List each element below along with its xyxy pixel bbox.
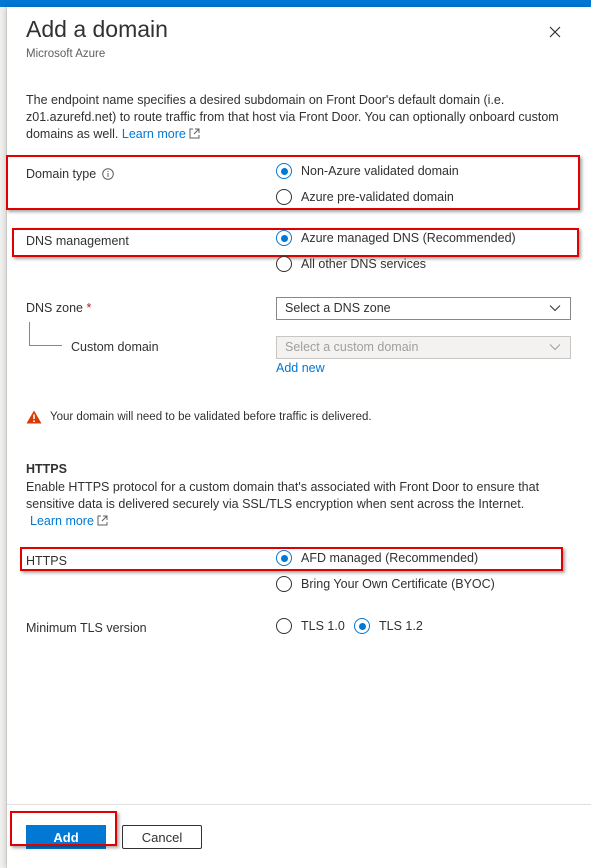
- required-marker: *: [86, 301, 92, 315]
- footer-divider: [7, 804, 591, 805]
- radio-button-checked[interactable]: [276, 230, 292, 246]
- radio-button-checked[interactable]: [276, 163, 292, 179]
- radio-other-dns-services[interactable]: All other DNS services: [276, 256, 426, 272]
- https-section-title: HTTPS: [26, 462, 67, 476]
- radio-afd-managed[interactable]: AFD managed (Recommended): [276, 550, 478, 566]
- radio-button-checked[interactable]: [276, 550, 292, 566]
- dns-zone-dropdown[interactable]: Select a DNS zone: [276, 297, 571, 320]
- chevron-down-icon: [549, 305, 561, 312]
- close-button[interactable]: [545, 22, 565, 42]
- https-learn-more-link[interactable]: Learn more: [30, 514, 108, 528]
- radio-tls-1-2[interactable]: TLS 1.2: [354, 618, 423, 634]
- dns-management-label: DNS management: [26, 234, 129, 248]
- radio-button[interactable]: [276, 576, 292, 592]
- cancel-button[interactable]: Cancel: [122, 825, 202, 849]
- external-link-icon: [189, 128, 200, 139]
- validation-warning: Your domain will need to be validated be…: [26, 410, 372, 424]
- portal-top-bar: [0, 0, 591, 7]
- panel-subtitle: Microsoft Azure: [26, 48, 106, 60]
- radio-button[interactable]: [276, 256, 292, 272]
- warning-icon: [26, 410, 42, 424]
- custom-domain-dropdown[interactable]: Select a custom domain: [276, 336, 571, 359]
- description-text: The endpoint name specifies a desired su…: [26, 93, 559, 141]
- radio-button-checked[interactable]: [354, 618, 370, 634]
- https-section-description: Enable HTTPS protocol for a custom domai…: [26, 480, 540, 528]
- add-button[interactable]: Add: [26, 825, 106, 849]
- radio-azure-pre-validated[interactable]: Azure pre-validated domain: [276, 189, 454, 205]
- radio-button[interactable]: [276, 618, 292, 634]
- minimum-tls-label: Minimum TLS version: [26, 621, 147, 635]
- custom-domain-label: Custom domain: [71, 340, 159, 354]
- add-new-link[interactable]: Add new: [276, 361, 325, 375]
- external-link-icon: [97, 515, 108, 526]
- tree-connector-vertical: [29, 322, 30, 346]
- radio-tls-1-0[interactable]: TLS 1.0: [276, 618, 345, 634]
- learn-more-link[interactable]: Learn more: [122, 127, 200, 141]
- radio-azure-managed-dns[interactable]: Azure managed DNS (Recommended): [276, 230, 516, 246]
- info-icon[interactable]: [102, 168, 114, 180]
- radio-byoc[interactable]: Bring Your Own Certificate (BYOC): [276, 576, 495, 592]
- close-icon: [549, 26, 561, 38]
- background-blade-edge: [0, 7, 7, 868]
- panel-title: Add a domain: [26, 16, 168, 42]
- dns-zone-label: DNS zone *: [26, 301, 92, 315]
- tree-connector-horizontal: [29, 345, 62, 346]
- domain-type-label: Domain type: [26, 167, 114, 181]
- radio-non-azure-validated[interactable]: Non-Azure validated domain: [276, 163, 459, 179]
- panel-description: The endpoint name specifies a desired su…: [26, 92, 566, 143]
- https-label: HTTPS: [26, 554, 67, 568]
- chevron-down-icon: [549, 344, 561, 351]
- radio-button[interactable]: [276, 189, 292, 205]
